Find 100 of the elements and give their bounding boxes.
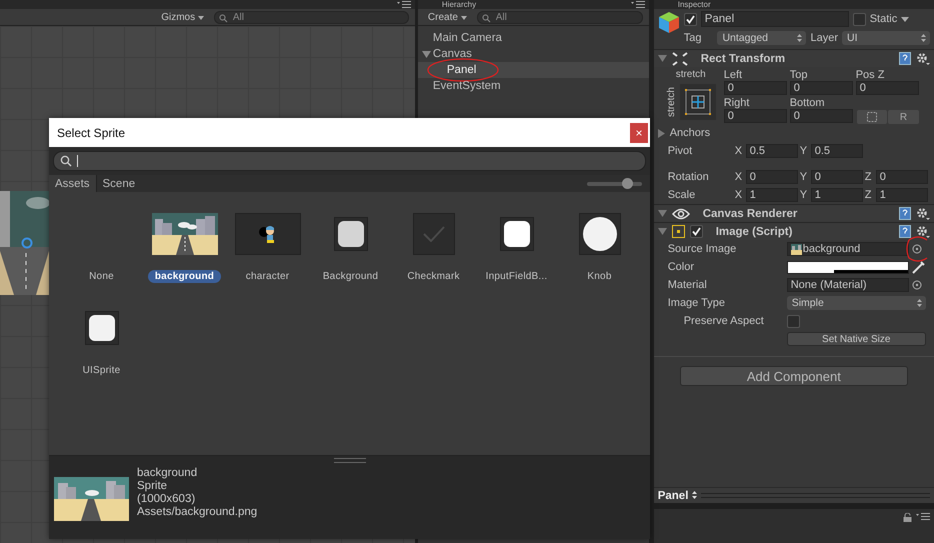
number-field[interactable]: 0.5 [746, 144, 798, 158]
enabled-checkbox[interactable] [690, 225, 703, 238]
help-book-icon[interactable] [898, 207, 911, 220]
eyedropper-icon[interactable] [912, 260, 926, 274]
collapse-triangle-icon[interactable] [658, 54, 667, 63]
hierarchy-item[interactable]: Canvas [418, 46, 649, 62]
updown-arrow-icon [921, 34, 926, 42]
caret-icon [460, 16, 467, 20]
rounded-square-sprite [338, 221, 364, 247]
axis-label: X [734, 145, 744, 157]
object-picker-icon[interactable] [912, 244, 922, 254]
sprite-item[interactable]: Knob [558, 212, 641, 306]
property-label: Color [668, 261, 696, 273]
close-button[interactable]: × [630, 122, 648, 142]
component-title: Canvas Renderer [702, 208, 798, 220]
color-swatch[interactable] [786, 260, 909, 274]
layer-label: Layer [810, 32, 838, 44]
axis-label: Z [864, 171, 872, 183]
preset-label: stretch [676, 69, 707, 80]
asset-name: background [137, 467, 198, 480]
image-type-dropdown[interactable]: Simple [786, 296, 926, 310]
menu-icon[interactable] [630, 1, 645, 8]
sprite-item[interactable]: Checkmark [392, 212, 475, 306]
settings-icon[interactable] [916, 52, 930, 65]
axis-label: Z [864, 189, 872, 201]
settings-icon[interactable] [916, 225, 930, 238]
rect-transform-icon [672, 52, 688, 66]
static-label: Static [870, 13, 898, 25]
property-label: Rotation [668, 171, 710, 183]
sprite-item[interactable]: background [143, 212, 226, 306]
dropdown-arrow-icon[interactable] [901, 16, 910, 22]
search-field[interactable]: All [214, 10, 409, 24]
search-field[interactable]: All [476, 10, 643, 24]
raw-edit-button[interactable]: R [888, 110, 919, 124]
expand-triangle-icon[interactable] [422, 50, 431, 58]
axis-label: Y [800, 171, 808, 183]
gizmos-dropdown[interactable]: Gizmos [157, 12, 208, 22]
pivot-handle-icon[interactable] [21, 237, 33, 249]
number-field[interactable]: 0 [724, 108, 787, 122]
property-label: Scale [668, 189, 696, 201]
search-field[interactable] [53, 151, 646, 171]
sprite-item[interactable]: Background [309, 212, 392, 306]
blueprint-mode-button[interactable] [856, 110, 888, 124]
rounded-square-sprite [88, 315, 114, 341]
tab[interactable]: Assets [49, 175, 97, 192]
field-label: Right [724, 96, 750, 108]
cube-icon [658, 11, 680, 35]
number-field[interactable]: 0 [746, 170, 798, 184]
number-field[interactable]: 0 [876, 170, 928, 184]
inspector-tab[interactable]: Inspector [678, 0, 711, 9]
property-label: Preserve Aspect [682, 315, 765, 327]
anchor-preset-icon[interactable] [680, 84, 716, 120]
anchors-foldout[interactable]: Anchors [670, 127, 710, 139]
hierarchy-item[interactable]: EventSystem [418, 78, 649, 94]
number-field[interactable]: 1 [876, 188, 928, 202]
hierarchy-tab[interactable]: Hierarchy [442, 0, 476, 9]
sprite-item[interactable]: None [60, 212, 143, 306]
number-field[interactable]: 0 [856, 81, 919, 95]
sprite-item[interactable]: UISprite [60, 306, 143, 400]
number-field[interactable]: 0.5 [810, 144, 863, 158]
number-field[interactable]: 1 [810, 188, 863, 202]
set-native-size-button[interactable]: Set Native Size [786, 332, 926, 346]
axis-label: Y [800, 145, 808, 157]
tag-dropdown[interactable]: Untagged [717, 31, 806, 45]
axis-label: Y [800, 189, 808, 201]
eye-icon [672, 208, 690, 220]
layer-dropdown[interactable]: UI [842, 31, 930, 45]
add-component-button[interactable]: Add Component [680, 366, 908, 386]
settings-icon[interactable] [916, 207, 930, 220]
checkmark-icon [422, 226, 444, 242]
number-field[interactable]: 0 [790, 108, 853, 122]
check-icon [692, 227, 701, 236]
sprite-item[interactable]: character [226, 212, 309, 306]
number-field[interactable]: 0 [810, 170, 863, 184]
expand-triangle-icon[interactable] [656, 128, 666, 138]
check-icon [686, 14, 695, 24]
object-field[interactable]: None (Material) [786, 278, 909, 292]
preserve-aspect-checkbox[interactable] [786, 314, 800, 328]
object-field[interactable]: background [786, 242, 909, 256]
field-label: Left [724, 69, 744, 81]
menu-icon[interactable] [396, 1, 411, 8]
property-label: Pivot [668, 145, 694, 157]
object-picker-icon[interactable] [912, 280, 922, 290]
hierarchy-item[interactable]: Main Camera [418, 30, 649, 46]
name-field[interactable]: Panel [700, 11, 849, 27]
menu-icon[interactable] [916, 513, 930, 520]
preview-selector[interactable]: Panel [658, 490, 697, 502]
component-title: Image (Script) [716, 226, 792, 238]
create-dropdown[interactable]: Create [424, 12, 471, 22]
active-checkbox[interactable] [684, 12, 697, 26]
axis-label: X [734, 189, 744, 201]
sprite-item[interactable]: InputFieldB... [475, 212, 558, 306]
number-field[interactable]: 1 [746, 188, 798, 202]
number-field[interactable]: 0 [790, 81, 853, 95]
lock-icon[interactable] [903, 513, 912, 522]
property-label: Image Type [668, 297, 726, 309]
field-label: Top [790, 69, 808, 81]
number-field[interactable]: 0 [724, 81, 787, 95]
static-checkbox[interactable] [852, 12, 866, 26]
help-book-icon[interactable] [898, 52, 911, 65]
